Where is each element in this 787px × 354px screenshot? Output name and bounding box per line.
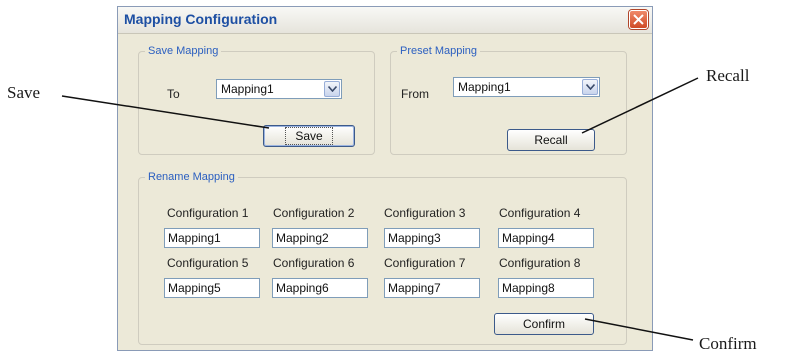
- callout-save: Save: [7, 83, 41, 102]
- save-button[interactable]: Save: [263, 125, 355, 147]
- configuration-6-field[interactable]: [272, 278, 368, 298]
- configuration-3-field[interactable]: [384, 228, 480, 248]
- configuration-8-field[interactable]: [498, 278, 594, 298]
- confirm-button[interactable]: Confirm: [494, 313, 594, 335]
- to-dropdown-button[interactable]: [324, 81, 340, 97]
- from-dropdown-button[interactable]: [582, 79, 598, 95]
- from-label: From: [401, 87, 429, 101]
- preset-mapping-legend: Preset Mapping: [400, 45, 478, 57]
- from-mapping-select[interactable]: Mapping1: [453, 77, 600, 97]
- to-mapping-select[interactable]: Mapping1: [216, 79, 342, 99]
- configuration-7-label: Configuration 7: [384, 256, 466, 270]
- save-mapping-legend: Save Mapping: [148, 45, 219, 57]
- configuration-7-field[interactable]: [384, 278, 480, 298]
- recall-button-label: Recall: [534, 133, 568, 147]
- configuration-5-label: Configuration 5: [167, 256, 249, 270]
- callout-recall: Recall: [706, 66, 750, 85]
- confirm-button-label: Confirm: [522, 317, 565, 331]
- to-mapping-value: Mapping1: [221, 82, 274, 96]
- configuration-1-label: Configuration 1: [167, 206, 249, 220]
- rename-mapping-legend: Rename Mapping: [148, 171, 235, 183]
- window-title: Mapping Configuration: [124, 11, 278, 27]
- configuration-2-label: Configuration 2: [273, 206, 355, 220]
- preset-mapping-group: Preset Mapping From Mapping1 Recall: [390, 45, 627, 155]
- chevron-down-icon: [328, 86, 337, 92]
- callout-confirm: Confirm: [699, 334, 757, 353]
- save-mapping-group: Save Mapping To Mapping1 Save: [138, 45, 375, 155]
- rename-mapping-group: Rename Mapping Configuration 1 Configura…: [138, 171, 627, 345]
- configuration-4-label: Configuration 4: [499, 206, 581, 220]
- close-button[interactable]: [629, 10, 648, 29]
- title-bar: Mapping Configuration: [118, 7, 652, 34]
- configuration-8-label: Configuration 8: [499, 256, 581, 270]
- mapping-configuration-dialog: Mapping Configuration Save Mapping To Ma…: [117, 6, 653, 351]
- configuration-4-field[interactable]: [498, 228, 594, 248]
- configuration-3-label: Configuration 3: [384, 206, 466, 220]
- configuration-5-field[interactable]: [164, 278, 260, 298]
- close-icon: [633, 14, 644, 25]
- configuration-1-field[interactable]: [164, 228, 260, 248]
- save-button-label: Save: [285, 127, 333, 145]
- chevron-down-icon: [586, 84, 595, 90]
- configuration-6-label: Configuration 6: [273, 256, 355, 270]
- from-mapping-value: Mapping1: [458, 80, 511, 94]
- configuration-2-field[interactable]: [272, 228, 368, 248]
- recall-button[interactable]: Recall: [507, 129, 595, 151]
- to-label: To: [167, 87, 180, 101]
